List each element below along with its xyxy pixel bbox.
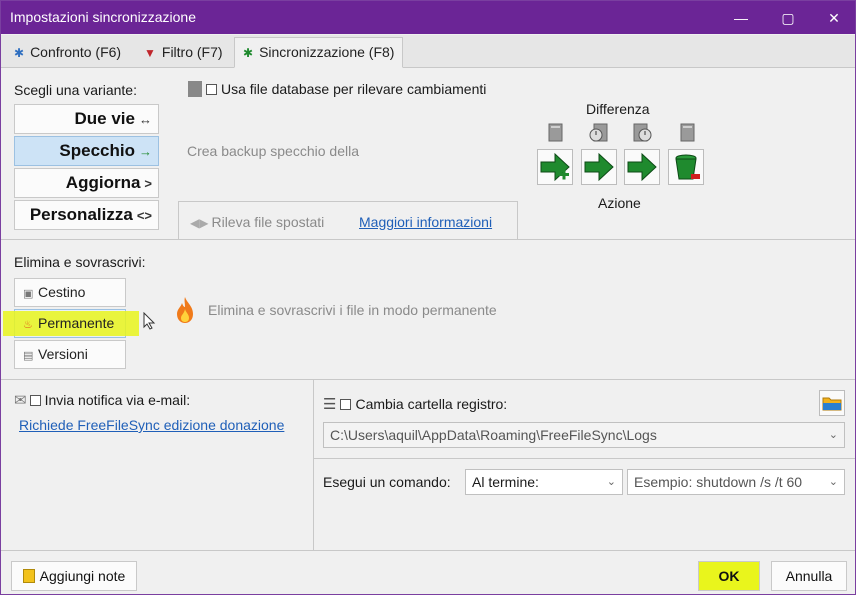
- log-folder-label: Cambia cartella registro:: [355, 396, 508, 412]
- variant-custom-button[interactable]: Personalizza <>: [14, 200, 159, 230]
- ok-button[interactable]: OK: [698, 561, 760, 591]
- variant-label: Personalizza: [29, 205, 133, 224]
- detect-moved-box: ◀▶ Rileva file spostati Maggiori informaz…: [178, 201, 518, 239]
- email-option[interactable]: ✉ Invia notifica via e-mail:: [14, 391, 190, 409]
- divider: [314, 458, 855, 459]
- delete-permanent-button[interactable]: ♨ Permanente: [3, 309, 139, 338]
- add-notes-button[interactable]: Aggiungi note: [11, 561, 137, 591]
- update-arrow-icon: >: [144, 176, 152, 191]
- arrow-plus-icon: [540, 152, 570, 182]
- log-folder-path-input[interactable]: C:\Users\aquil\AppData\Roaming\FreeFileS…: [323, 422, 845, 448]
- arrow-right-icon: [584, 152, 614, 182]
- gear-icon: ✱: [14, 46, 25, 60]
- cancel-label: Annulla: [785, 568, 833, 584]
- variant-label: Due vie: [74, 109, 135, 128]
- database-label: Usa file database per rilevare cambiamen…: [221, 81, 487, 97]
- command-placeholder: Esempio: shutdown /s /t 60: [634, 474, 803, 490]
- delete-option-label: Versioni: [38, 346, 88, 362]
- funnel-icon: ▼: [144, 46, 156, 60]
- versions-icon: ▤: [23, 350, 34, 362]
- tab-bar: ✱ Confronto (F6) ▼ Filtro (F7) ✱ Sincronizz…: [1, 35, 855, 68]
- variant-label: Specchio: [59, 141, 135, 160]
- chevron-down-icon: ⌄: [828, 429, 838, 441]
- command-when-select[interactable]: Al termine: ⌄: [465, 469, 623, 495]
- flame-icon: ♨: [23, 319, 33, 331]
- command-input[interactable]: Esempio: shutdown /s /t 60 ⌄: [627, 469, 845, 495]
- moved-files-icon: ◀▶: [190, 216, 209, 230]
- envelope-icon: ✉: [14, 392, 27, 409]
- browse-folder-button[interactable]: [819, 390, 845, 416]
- add-notes-label: Aggiungi note: [39, 568, 126, 584]
- two-way-arrow-icon: ↔: [139, 112, 152, 127]
- tab-label: Filtro (F7): [161, 44, 223, 60]
- log-folder-option[interactable]: ☰ Cambia cartella registro:: [323, 395, 507, 413]
- delete-option-label: Permanente: [38, 315, 115, 331]
- variant-two-way-button[interactable]: Due vie ↔: [14, 104, 159, 134]
- note-icon: [22, 569, 35, 583]
- action-delete-right-button[interactable]: [668, 149, 704, 185]
- maximize-button[interactable]: ▢: [773, 7, 803, 29]
- trash-icon: [675, 154, 700, 180]
- delete-option-label: Cestino: [38, 284, 86, 300]
- email-checkbox[interactable]: [29, 395, 41, 406]
- variant-update-button[interactable]: Aggiorna >: [14, 168, 159, 198]
- close-button[interactable]: ✕: [819, 7, 849, 29]
- action-create-right-button[interactable]: [537, 149, 573, 185]
- action-overwrite-right-2-button[interactable]: [624, 149, 660, 185]
- command-label: Esegui un comando:: [323, 474, 451, 490]
- detect-moved-label: ◀▶ Rileva file spostati: [190, 214, 325, 230]
- recycle-bin-icon: ▣: [23, 288, 34, 300]
- chevron-down-icon: ⌄: [606, 476, 616, 488]
- mouse-cursor-icon: [143, 312, 156, 330]
- right-newer-file-icon: [633, 123, 652, 142]
- title-bar: Impostazioni sincronizzazione — ▢ ✕: [1, 1, 855, 34]
- window-title: Impostazioni sincronizzazione: [10, 9, 196, 25]
- delete-description: Elimina e sovrascrivi i file in modo per…: [208, 302, 497, 318]
- log-list-icon: ☰: [323, 396, 337, 413]
- folder-icon: [822, 397, 842, 411]
- divider: [1, 379, 855, 380]
- log-folder-path: C:\Users\aquil\AppData\Roaming\FreeFileS…: [330, 427, 657, 443]
- variant-mirror-button[interactable]: Specchio →: [14, 136, 159, 166]
- arrow-right-icon: [627, 152, 657, 182]
- log-folder-checkbox[interactable]: [340, 399, 352, 410]
- tab-sincronizzazione[interactable]: ✱ Sincronizzazione (F8): [234, 37, 404, 68]
- right-only-file-icon: [680, 123, 695, 142]
- difference-heading: Differenza: [586, 101, 650, 117]
- left-newer-file-icon: [589, 123, 608, 142]
- action-heading: Azione: [598, 195, 641, 211]
- tab-filtro[interactable]: ▼ Filtro (F7): [135, 37, 232, 68]
- left-only-file-icon: [548, 123, 563, 142]
- variant-description: Crea backup specchio della: [187, 143, 359, 159]
- delete-versions-button[interactable]: ▤ Versioni: [14, 340, 126, 369]
- tab-confronto[interactable]: ✱ Confronto (F6): [5, 37, 130, 68]
- mirror-arrow-icon: →: [139, 144, 152, 159]
- sync-gear-icon: ✱: [243, 46, 254, 60]
- custom-arrow-icon: <>: [136, 208, 152, 223]
- email-label: Invia notifica via e-mail:: [44, 392, 191, 408]
- flame-icon: [177, 297, 193, 323]
- divider: [313, 380, 314, 550]
- divider: [1, 550, 855, 551]
- database-checkbox[interactable]: [206, 84, 217, 95]
- tab-label: Confronto (F6): [30, 44, 122, 60]
- database-option[interactable]: Usa file database per rilevare cambiamen…: [188, 81, 486, 97]
- variant-label: Aggiorna: [65, 173, 141, 192]
- database-icon: [188, 81, 202, 97]
- sync-settings-dialog: Impostazioni sincronizzazione — ▢ ✕ ✱ Con…: [0, 0, 856, 595]
- ok-label: OK: [718, 568, 740, 584]
- cancel-button[interactable]: Annulla: [771, 561, 847, 591]
- tab-label: Sincronizzazione (F8): [259, 44, 395, 60]
- action-overwrite-right-button[interactable]: [581, 149, 617, 185]
- chevron-down-icon: ⌄: [828, 476, 838, 488]
- delete-recycle-button[interactable]: ▣ Cestino: [14, 278, 126, 307]
- donation-edition-link[interactable]: Richiede FreeFileSync edizione donazione: [19, 417, 284, 433]
- delete-heading: Elimina e sovrascrivi:: [14, 254, 146, 270]
- more-info-link[interactable]: Maggiori informazioni: [359, 214, 492, 230]
- divider: [1, 239, 855, 240]
- variant-heading: Scegli una variante:: [14, 82, 137, 98]
- minimize-button[interactable]: —: [726, 7, 756, 29]
- command-when-value: Al termine:: [472, 474, 539, 490]
